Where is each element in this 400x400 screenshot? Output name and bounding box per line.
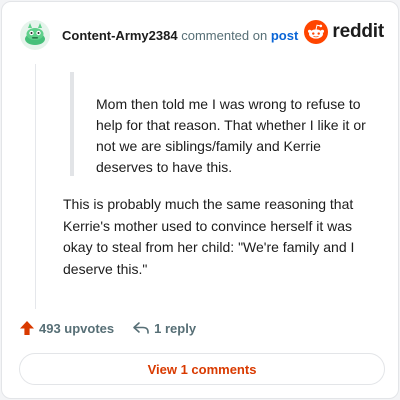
quote-block: Mom then told me I was wrong to refuse t…: [70, 72, 370, 176]
reply-arrow-icon: [133, 322, 149, 334]
post-link[interactable]: post: [271, 28, 298, 43]
upvote-arrow-icon: [20, 321, 34, 335]
commented-on-text: commented on: [181, 27, 268, 43]
upvote-button[interactable]: 493 upvotes: [19, 320, 114, 336]
reply-count: 1 reply: [154, 320, 197, 336]
reddit-wordmark: reddit: [332, 21, 384, 42]
quote-text: Mom then told me I was wrong to refuse t…: [96, 96, 366, 175]
reply-button[interactable]: 1 reply: [132, 320, 196, 336]
avatar[interactable]: [20, 20, 50, 50]
reddit-logo[interactable]: reddit: [304, 20, 384, 44]
reddit-logo-icon: [304, 20, 329, 44]
comment-card: Content-Army2384 commented on post reddi…: [1, 1, 399, 399]
view-comments-button[interactable]: View 1 comments: [19, 353, 385, 385]
comment-actions: 493 upvotes 1 reply: [19, 318, 196, 338]
comment-body: This is probably much the same reasoning…: [63, 196, 355, 277]
thread-line[interactable]: [35, 64, 36, 309]
username[interactable]: Content-Army2384: [62, 28, 178, 43]
upvote-count: 493 upvotes: [39, 320, 115, 336]
comment-header: Content-Army2384 commented on post reddi…: [20, 18, 384, 52]
